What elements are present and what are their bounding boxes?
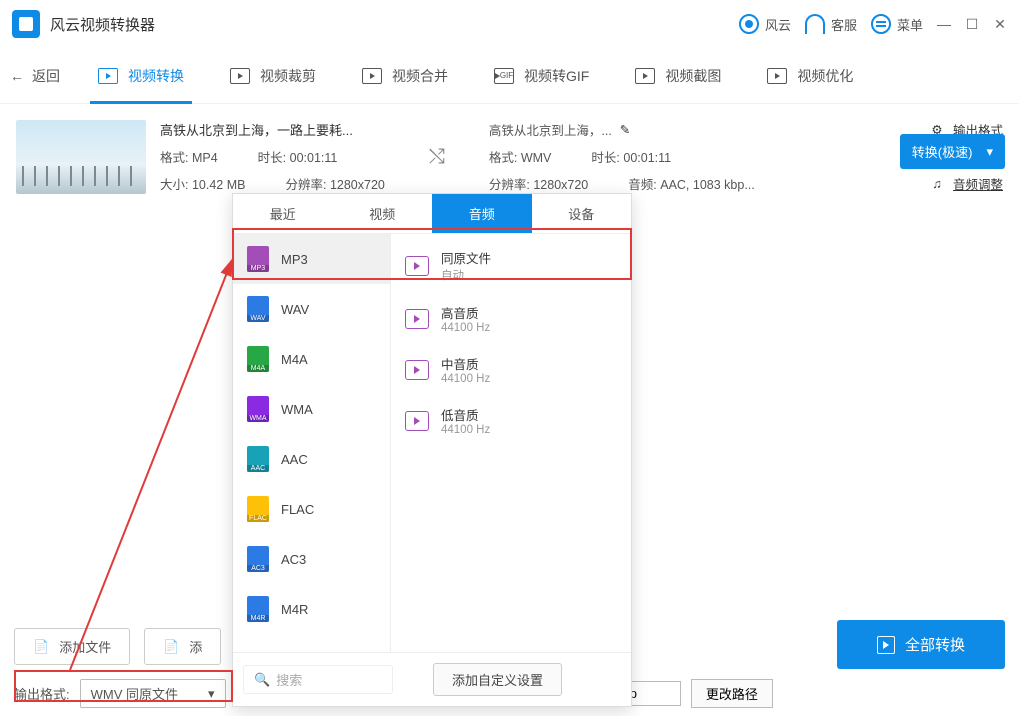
output-format-select[interactable]: WMV 同原文件▾ [80,679,226,708]
format-mp3[interactable]: MP3 [233,234,390,284]
add-custom-button[interactable]: 添加自定义设置 [433,663,562,696]
tab-video-gif[interactable]: GIF视频转GIF [486,48,597,104]
screenshot-icon [635,68,655,84]
shuffle-icon[interactable]: ⤭ [429,146,445,169]
popup-body: MP3 WAV M4A WMA AAC FLAC AC3 M4R 同原文件自动 … [233,234,631,652]
maximize-button[interactable]: ☐ [965,17,979,31]
title-right: 风云 客服 菜单 — ☐ ✕ [739,14,1007,34]
quality-mid[interactable]: 中音质44100 Hz [391,344,631,395]
nav-row: ←返回 视频转换 视频裁剪 视频合并 GIF视频转GIF 视频截图 视频优化 [0,48,1019,104]
convert-all-button[interactable]: 全部转换 [837,620,1005,669]
edit-icon[interactable]: ✎ [620,122,630,137]
minimize-button[interactable]: — [937,17,951,31]
format-aac[interactable]: AAC [233,434,390,484]
crop-icon [230,68,250,84]
fengyun-button[interactable]: 风云 [739,14,791,34]
tab-video-optimize[interactable]: 视频优化 [759,48,861,104]
tab-video-convert[interactable]: 视频转换 [90,48,192,104]
app-logo-icon [12,10,40,38]
flac-icon [247,496,269,522]
output-name-row: 高铁从北京到上海，... ✎ [489,120,755,139]
tab-video-screenshot[interactable]: 视频截图 [627,48,729,104]
change-path-button[interactable]: 更改路径 [691,679,773,708]
popup-tab-recent[interactable]: 最近 [233,194,333,233]
quality-list: 同原文件自动 高音质44100 Hz 中音质44100 Hz 低音质44100 … [391,234,631,652]
service-button[interactable]: 客服 [805,14,857,34]
m4r-icon [247,596,269,622]
menu-button[interactable]: 菜单 [871,14,923,34]
title-bar: 风云视频转换器 风云 客服 菜单 — ☐ ✕ [0,0,1019,48]
popup-tab-video[interactable]: 视频 [333,194,433,233]
out-format-label: 输出格式: [14,684,70,703]
popup-tabs: 最近 视频 音频 设备 [233,194,631,234]
file-name: 高铁从北京到上海，一路上要耗... [160,120,385,139]
audio-adjust-link[interactable]: ♫音频调整 [929,174,1003,193]
equalizer-icon: ♫ [929,176,945,192]
popup-tab-device[interactable]: 设备 [532,194,632,233]
format-wma[interactable]: WMA [233,384,390,434]
close-button[interactable]: ✕ [993,17,1007,31]
menu-icon [871,14,891,34]
chevron-down-icon: ▾ [208,686,215,702]
popup-tab-audio[interactable]: 音频 [432,194,532,233]
popup-footer: 🔍搜索 添加自定义设置 [233,652,631,706]
play-icon [405,309,429,329]
format-wav[interactable]: WAV [233,284,390,334]
format-flac[interactable]: FLAC [233,484,390,534]
play-icon [98,68,118,84]
tab-video-crop[interactable]: 视频裁剪 [222,48,324,104]
optimize-icon [767,68,787,84]
aac-icon [247,446,269,472]
play-icon [405,360,429,380]
wma-icon [247,396,269,422]
play-icon [405,256,429,276]
file-plus-icon: 📄 [163,639,179,655]
quality-same[interactable]: 同原文件自动 [391,238,631,293]
format-popup: 最近 视频 音频 设备 MP3 WAV M4A WMA AAC FLAC AC3… [232,193,632,707]
video-thumbnail[interactable] [16,120,146,194]
play-icon [405,411,429,431]
format-list[interactable]: MP3 WAV M4A WMA AAC FLAC AC3 M4R [233,234,391,652]
app-title: 风云视频转换器 [50,14,155,35]
convert-button[interactable]: 转换(极速) [900,134,1005,169]
gif-icon: GIF [494,68,514,84]
format-ac3[interactable]: AC3 [233,534,390,584]
arrow-left-icon: ← [10,68,24,84]
search-icon: 🔍 [254,672,270,688]
quality-high[interactable]: 高音质44100 Hz [391,293,631,344]
back-button[interactable]: ←返回 [10,66,60,86]
add-button-2[interactable]: 📄添 [144,628,221,665]
ac3-icon [247,546,269,572]
target-icon [739,14,759,34]
merge-icon [362,68,382,84]
search-input[interactable]: 🔍搜索 [243,665,393,694]
wav-icon [247,296,269,322]
shuffle-col: ⤭ [429,120,445,194]
file-plus-icon: 📄 [33,639,49,655]
file-meta: 高铁从北京到上海，一路上要耗... 格式: MP4 时长: 00:01:11 大… [160,120,385,194]
output-meta: 高铁从北京到上海，... ✎ 格式: WMV 时长: 00:01:11 分辨率:… [489,120,755,194]
mp3-icon [247,246,269,272]
m4a-icon [247,346,269,372]
format-m4a[interactable]: M4A [233,334,390,384]
tab-video-merge[interactable]: 视频合并 [354,48,456,104]
headset-icon [805,14,825,34]
format-m4r[interactable]: M4R [233,584,390,634]
file-row: 高铁从北京到上海，一路上要耗... 格式: MP4 时长: 00:01:11 大… [0,104,1019,202]
play-square-icon [877,636,895,654]
quality-low[interactable]: 低音质44100 Hz [391,395,631,446]
title-left: 风云视频转换器 [12,10,155,38]
add-file-button[interactable]: 📄添加文件 [14,628,130,665]
